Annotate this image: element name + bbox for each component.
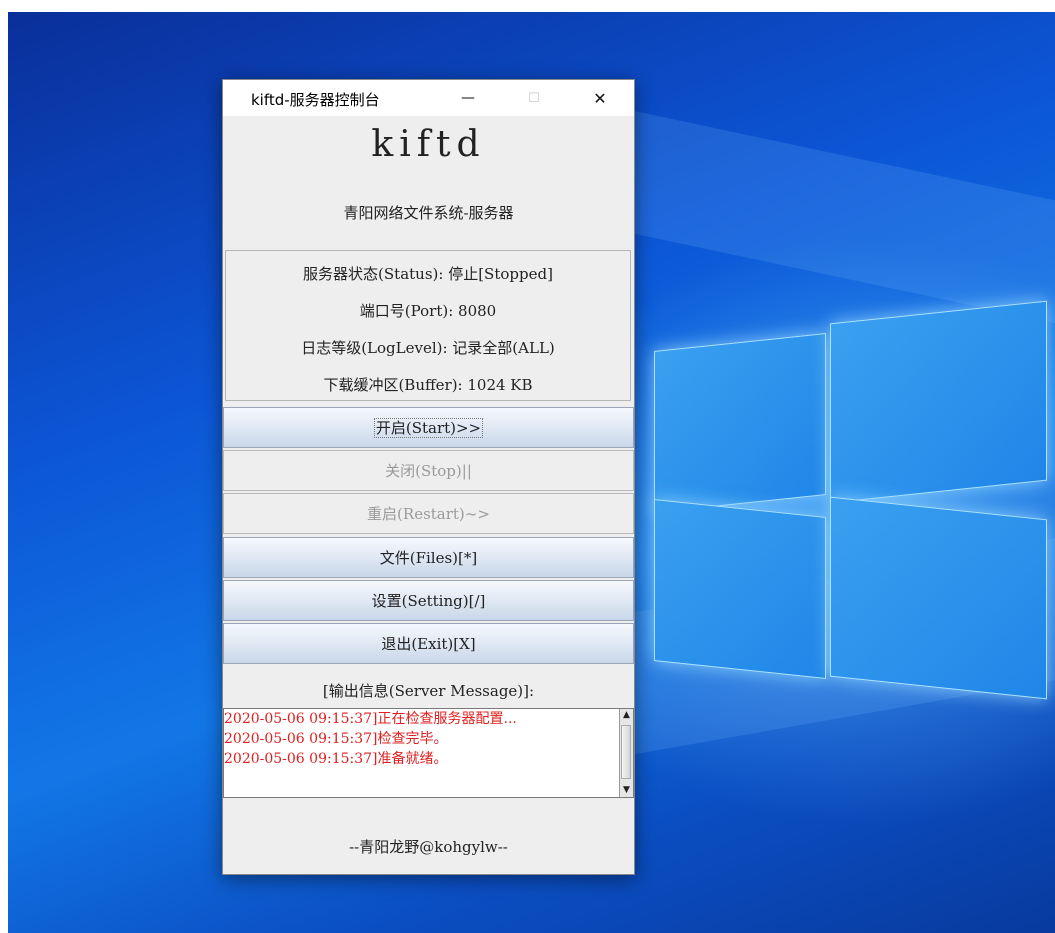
scroll-up-icon[interactable]: ▲ xyxy=(620,709,633,722)
windows-logo-pane xyxy=(830,496,1047,700)
stop-button[interactable]: 关闭(Stop)|| xyxy=(223,450,634,491)
windows-logo-pane xyxy=(830,300,1047,504)
log-level-text: 日志等级(LogLevel): 记录全部(ALL) xyxy=(301,339,555,357)
maximize-icon: ☐ xyxy=(528,90,540,106)
close-icon: ✕ xyxy=(593,88,607,108)
log-line: 2020-05-06 09:15:37]检查完毕。 xyxy=(224,731,448,747)
log-line: 2020-05-06 09:15:37]准备就绪。 xyxy=(224,751,448,767)
log-scrollbar[interactable]: ▲ ▼ xyxy=(619,709,633,797)
log-line: 2020-05-06 09:15:37]正在检查服务器配置... xyxy=(224,711,517,727)
setting-button[interactable]: 设置(Setting)[/] xyxy=(223,580,634,621)
app-name: kiftd xyxy=(371,124,486,165)
exit-button-label: 退出(Exit)[X] xyxy=(381,635,476,653)
buffer-text: 下载缓冲区(Buffer): 1024 KB xyxy=(323,376,533,394)
restart-button-label: 重启(Restart)~> xyxy=(367,505,490,523)
server-message-log[interactable]: 2020-05-06 09:15:37]正在检查服务器配置... 2020-05… xyxy=(223,708,634,798)
files-button-label: 文件(Files)[*] xyxy=(379,549,478,567)
scroll-down-icon[interactable]: ▼ xyxy=(620,784,633,797)
minimize-button[interactable]: — xyxy=(445,80,491,116)
close-button[interactable]: ✕ xyxy=(577,80,623,116)
minimize-icon: — xyxy=(461,90,475,106)
server-console-window: kiftd-服务器控制台 — ☐ ✕ kiftd 青阳网络文件系统-服务器 服务… xyxy=(222,79,635,875)
server-status-text: 服务器状态(Status): 停止[Stopped] xyxy=(303,265,553,283)
window-title: kiftd-服务器控制台 xyxy=(251,91,380,109)
app-subtitle: 青阳网络文件系统-服务器 xyxy=(343,204,514,222)
title-bar[interactable]: kiftd-服务器控制台 — ☐ ✕ xyxy=(223,80,634,116)
exit-button[interactable]: 退出(Exit)[X] xyxy=(223,623,634,664)
stop-button-label: 关闭(Stop)|| xyxy=(385,462,472,480)
maximize-button[interactable]: ☐ xyxy=(511,80,557,116)
start-button[interactable]: 开启(Start)>> xyxy=(223,407,634,448)
author-credit: --青阳龙野@kohgylw-- xyxy=(349,838,508,856)
port-text: 端口号(Port): 8080 xyxy=(359,302,497,320)
restart-button[interactable]: 重启(Restart)~> xyxy=(223,493,634,534)
files-button[interactable]: 文件(Files)[*] xyxy=(223,537,634,578)
scroll-thumb[interactable] xyxy=(621,725,631,779)
start-button-label: 开启(Start)>> xyxy=(373,418,484,438)
setting-button-label: 设置(Setting)[/] xyxy=(371,592,486,610)
windows-logo-pane xyxy=(654,332,826,514)
windows-logo-pane xyxy=(654,498,826,680)
status-panel: 服务器状态(Status): 停止[Stopped] 端口号(Port): 80… xyxy=(225,250,631,401)
server-message-title: [输出信息(Server Message)]: xyxy=(322,682,535,700)
